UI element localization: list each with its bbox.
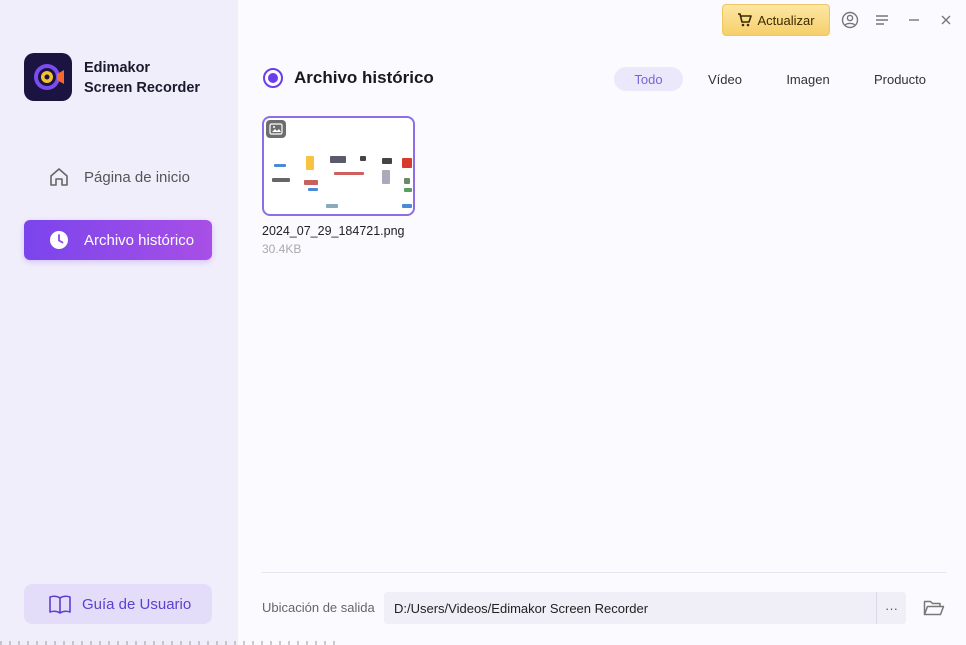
- footer-divider: [262, 572, 946, 573]
- thumbnail-pixel: [334, 172, 364, 175]
- output-path-field[interactable]: D:/Users/Videos/Edimakor Screen Recorder…: [384, 592, 906, 624]
- thumbnail-pixel: [326, 204, 338, 208]
- thumbnail-pixel: [382, 158, 392, 164]
- upgrade-button[interactable]: Actualizar: [722, 4, 830, 36]
- thumbnail-pixel: [308, 188, 318, 191]
- close-button[interactable]: [935, 9, 957, 31]
- image-icon: [266, 120, 286, 138]
- sidebar-item-history[interactable]: Archivo histórico: [24, 220, 212, 260]
- tab-all[interactable]: Todo: [614, 67, 683, 91]
- thumbnail-pixel: [404, 188, 412, 192]
- close-icon: [941, 15, 951, 25]
- upgrade-label: Actualizar: [757, 12, 815, 28]
- tab-image[interactable]: Imagen: [773, 67, 843, 91]
- page-title: Archivo histórico: [263, 68, 434, 88]
- book-icon: [48, 593, 72, 615]
- thumbnail-pixel: [404, 178, 410, 184]
- minimize-button[interactable]: [903, 9, 925, 31]
- file-size: 30.4KB: [262, 242, 302, 256]
- sidebar: Edimakor Screen Recorder Página de inici…: [0, 0, 340, 645]
- app-name-line2: Screen Recorder: [84, 80, 201, 96]
- thumbnail-pixel: [402, 158, 412, 168]
- thumbnail-pixel: [330, 156, 346, 163]
- thumbnail-pixel: [306, 156, 314, 170]
- sidebar-item-label: Archivo histórico: [84, 231, 195, 249]
- account-button[interactable]: [839, 9, 861, 31]
- thumbnail-pixel: [272, 178, 290, 182]
- bottom-edge-artifact: [0, 641, 340, 645]
- menu-button[interactable]: [871, 9, 893, 31]
- sidebar-item-label: Página de inicio: [84, 168, 190, 186]
- sidebar-item-home[interactable]: Página de inicio: [24, 157, 212, 197]
- home-icon: [48, 166, 70, 188]
- radio-icon: [263, 68, 283, 88]
- thumbnail-pixel: [402, 204, 412, 208]
- browse-button[interactable]: ···: [876, 592, 906, 624]
- output-location-label: Ubicación de salida: [262, 600, 375, 615]
- file-name[interactable]: 2024_07_29_184721.png: [262, 224, 405, 238]
- edimakor-logo-icon: [34, 64, 64, 90]
- file-thumbnail[interactable]: [262, 116, 415, 216]
- app-logo: [24, 53, 72, 101]
- thumbnail-pixel: [360, 156, 366, 161]
- thumbnail-pixel: [304, 180, 318, 185]
- tab-video[interactable]: Vídeo: [695, 67, 755, 91]
- page-title-text: Archivo histórico: [294, 68, 434, 87]
- tab-product[interactable]: Producto: [862, 67, 938, 91]
- thumbnail-pixel: [274, 164, 286, 167]
- minimize-icon: [909, 19, 919, 21]
- clock-icon: [48, 229, 70, 251]
- user-guide-label: Guía de Usuario: [82, 595, 192, 613]
- user-guide-button[interactable]: Guía de Usuario: [24, 584, 212, 624]
- cart-icon: [737, 13, 753, 27]
- app-name-line1: Edimakor: [84, 60, 151, 76]
- account-icon: [841, 11, 859, 29]
- open-folder-button[interactable]: [922, 597, 946, 619]
- folder-open-icon: [923, 600, 945, 616]
- output-path-text: D:/Users/Videos/Edimakor Screen Recorder: [394, 600, 649, 616]
- menu-icon: [876, 15, 888, 25]
- thumbnail-pixel: [382, 170, 390, 184]
- app-name: Edimakor Screen Recorder: [84, 58, 200, 98]
